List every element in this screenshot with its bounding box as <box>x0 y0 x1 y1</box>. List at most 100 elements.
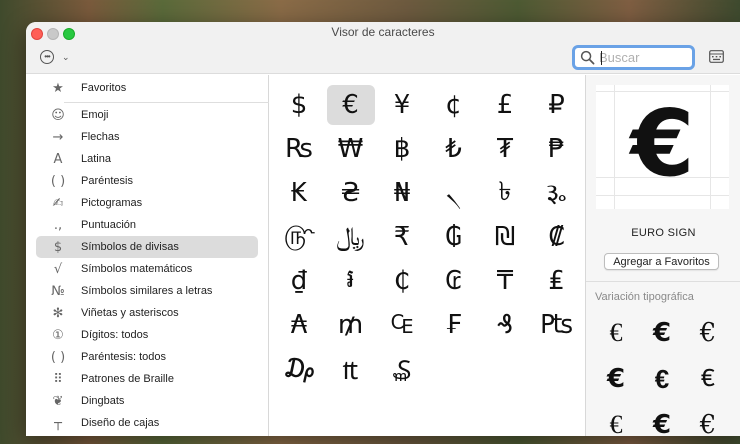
character-glyph: ₯ <box>282 354 316 384</box>
character-glyph: ₳ <box>290 310 308 340</box>
character-cell[interactable]: ৲ <box>430 173 478 213</box>
character-glyph: £ <box>496 90 514 120</box>
sidebar-item-simbolos-matematicos[interactable]: √ Símbolos matemáticos <box>36 258 258 280</box>
character-cell[interactable]: ₡ <box>533 217 581 257</box>
character-cell[interactable]: $ <box>275 85 323 125</box>
sidebar-item-vinetas-y-asteriscos[interactable]: ✻ Viñetas y asteriscos <box>36 302 258 324</box>
character-glyph: ₹ <box>393 222 411 252</box>
square-root-icon: √ <box>53 261 63 277</box>
dingbat-icon: ❦ <box>52 393 64 409</box>
detail-divider <box>586 281 740 282</box>
sidebar-item-label: Símbolos matemáticos <box>81 263 193 275</box>
character-cell[interactable]: ₸ <box>481 261 529 301</box>
character-cell[interactable]: ₺ <box>430 129 478 169</box>
sidebar-item-parentesis[interactable]: ( ) Paréntesis <box>36 170 258 192</box>
sidebar-item-label: Paréntesis <box>81 175 133 187</box>
character-cell[interactable]: ₤ <box>533 261 581 301</box>
character-cell[interactable]: ₵ <box>378 261 426 301</box>
sidebar-item-dingbats[interactable]: ❦ Dingbats <box>36 390 258 412</box>
character-cell[interactable]: ₥ <box>327 305 375 345</box>
smiley-icon: ☺ <box>51 107 65 123</box>
character-cell[interactable]: ₴ <box>327 173 375 213</box>
character-cell[interactable]: ¥ <box>378 85 426 125</box>
character-cell[interactable]: ₽ <box>533 85 581 125</box>
sidebar-item-label: Viñetas y asteriscos <box>81 307 179 319</box>
character-cell[interactable]: ៛ <box>327 261 375 301</box>
character-glyph: ¢ <box>445 90 462 120</box>
font-variation-cell[interactable]: € <box>642 361 682 397</box>
sidebar-item-latina[interactable]: A Latina <box>36 148 258 170</box>
character-glyph: ₫ <box>290 266 308 296</box>
sidebar-item-label: Flechas <box>81 131 120 143</box>
character-cell[interactable]: ₣ <box>430 305 478 345</box>
character-cell[interactable]: ¢ <box>430 85 478 125</box>
sidebar-item-simbolos-de-divisas[interactable]: $ Símbolos de divisas <box>36 236 258 258</box>
action-menu-button[interactable]: ••• ⌄ <box>40 49 80 65</box>
character-cell[interactable]: ₹ <box>378 217 426 257</box>
preview-glyph: € <box>630 90 695 197</box>
character-cell[interactable]: ₢ <box>430 261 478 301</box>
character-cell[interactable]: ₮ <box>481 129 529 169</box>
keyboard-icon[interactable] <box>709 50 724 63</box>
font-variation-cell[interactable]: € <box>642 315 682 351</box>
character-cell[interactable]: ₠ <box>378 305 426 345</box>
character-cell[interactable]: € <box>326 85 375 125</box>
character-cell[interactable]: ௹ <box>275 217 323 257</box>
sidebar-item-label: Dígitos: todos <box>81 329 149 341</box>
character-glyph: ₤ <box>548 266 565 296</box>
sidebar-item-pictogramas[interactable]: ✍ Pictogramas <box>36 192 258 214</box>
character-glyph: ₱ <box>548 134 565 164</box>
font-variation-cell[interactable]: € <box>596 315 636 351</box>
sidebar-item-parentesis-todos[interactable]: ( ) Paréntesis: todos <box>36 346 258 368</box>
font-variation-cell[interactable]: € <box>688 315 728 351</box>
character-cell[interactable]: ₭ <box>275 173 323 213</box>
sidebar-item-flechas[interactable]: → Flechas <box>36 126 258 148</box>
character-glyph: ₢ <box>445 266 462 296</box>
font-variation-cell[interactable]: € <box>688 407 728 436</box>
add-to-favorites-button[interactable]: Agregar a Favoritos <box>604 253 719 270</box>
font-variation-cell[interactable]: € <box>688 361 728 397</box>
character-cell[interactable]: ૱ <box>533 173 581 213</box>
character-cell[interactable]: ₲ <box>430 217 478 257</box>
sidebar-item-digitos-todos[interactable]: ① Dígitos: todos <box>36 324 258 346</box>
font-variation-cell[interactable]: € <box>596 361 636 397</box>
sidebar-item-puntuacion[interactable]: ., Puntuación <box>36 214 258 236</box>
character-cell[interactable]: ₨ <box>275 129 323 169</box>
character-cell[interactable]: ₦ <box>378 173 426 213</box>
search-input[interactable] <box>599 50 691 65</box>
sidebar-item-diseno-de-cajas[interactable]: ┬ Diseño de cajas <box>36 412 258 434</box>
character-cell[interactable]: ৳ <box>481 173 529 213</box>
character-cell[interactable]: ₷ <box>378 349 426 389</box>
character-cell[interactable]: ₪ <box>481 217 529 257</box>
font-variation-cell[interactable]: € <box>642 407 682 436</box>
character-cell[interactable]: ₶ <box>327 349 375 389</box>
sidebar-item-label: Latina <box>81 153 111 165</box>
text-cursor <box>601 51 602 65</box>
character-cell[interactable]: ₩ <box>327 129 375 169</box>
character-cell[interactable]: ﷼ <box>327 217 375 257</box>
sidebar-item-emoji[interactable]: ☺ Emoji <box>36 104 258 126</box>
character-cell[interactable]: ₱ <box>533 129 581 169</box>
braille-icon: ⠿ <box>53 371 63 387</box>
search-field[interactable] <box>572 45 695 70</box>
character-cell[interactable]: ₫ <box>275 261 323 301</box>
character-cell[interactable]: ₳ <box>275 305 323 345</box>
sidebar-item-label: Puntuación <box>81 219 137 231</box>
character-glyph: ₴ <box>340 178 361 208</box>
font-variation-cell[interactable]: € <box>596 407 636 436</box>
character-glyph: ₮ <box>496 134 514 164</box>
sidebar-item-favoritos[interactable]: ★ Favoritos <box>36 77 258 99</box>
character-cell[interactable]: ₰ <box>481 305 529 345</box>
character-cell[interactable]: ₧ <box>533 305 581 345</box>
character-cell[interactable]: ฿ <box>378 129 426 169</box>
sidebar-item-patrones-de-braille[interactable]: ⠿ Patrones de Braille <box>36 368 258 390</box>
parentheses-icon: ( ) <box>50 173 66 189</box>
sidebar-item-simbolos-similares-a-letras[interactable]: № Símbolos similares a letras <box>36 280 258 302</box>
character-preview: € <box>596 85 729 209</box>
character-glyph: ¥ <box>393 90 411 120</box>
character-cell[interactable]: ₯ <box>275 349 323 389</box>
character-grid: $ € ¥ ¢ £ ₽ ₨ ₩ ฿ ₺ ₮ ₱ ₭ ₴ ₦ ৲ ৳ ૱ ௹ ﷼ ₹ ₲ ₪ ₡ ₫ ៛ ₵ ₢ ₸ ₤ ₳ ₥ ₠ ₣ ₰ ₧ ₯ ₶ ₷ <box>269 75 585 436</box>
punctuation-icon: ., <box>53 217 63 233</box>
character-cell[interactable]: £ <box>481 85 529 125</box>
character-glyph: ₵ <box>393 266 411 296</box>
